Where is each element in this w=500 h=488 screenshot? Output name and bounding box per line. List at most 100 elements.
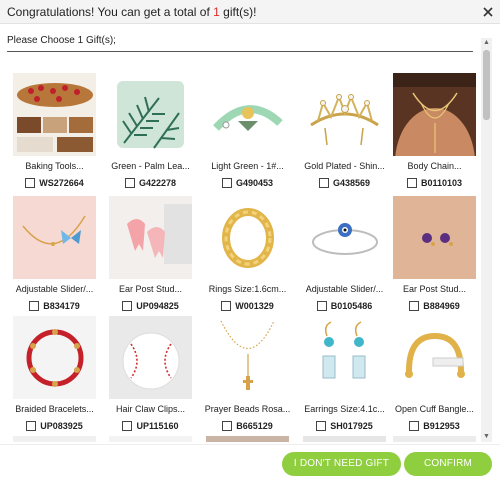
gift-checkbox[interactable]	[409, 420, 420, 431]
dialog-header: Congratulations! You can get a total of …	[0, 0, 500, 24]
drop-earrings-image	[303, 316, 386, 399]
gift-checkbox[interactable]	[124, 177, 135, 188]
gift-sku: UP083925	[40, 420, 83, 431]
gift-select-row: B665129	[206, 417, 289, 435]
scroll-down-arrow-icon[interactable]: ▼	[481, 432, 492, 442]
gift-item[interactable]: Adjustable Slider/... B834179	[13, 196, 96, 314]
gift-checkbox[interactable]	[122, 300, 133, 311]
close-icon	[483, 7, 493, 17]
gift-image[interactable]	[13, 73, 96, 156]
gift-image[interactable]	[393, 73, 476, 156]
gift-image[interactable]	[13, 316, 96, 399]
gift-item[interactable]: Baking Tools... WS272664	[13, 73, 96, 191]
gift-title: Earrings Size:4.1c...	[304, 404, 385, 414]
gift-checkbox[interactable]	[221, 177, 232, 188]
gift-select-row: UP083925	[13, 417, 96, 435]
gift-sku: B834179	[43, 300, 80, 311]
divider	[7, 51, 473, 52]
gift-checkbox[interactable]	[318, 177, 329, 188]
gift-sku: UP115160	[136, 420, 179, 431]
gift-item[interactable]: Braided Bracelets... UP083925	[13, 316, 96, 434]
scrollbar[interactable]: ▲ ▼	[481, 38, 492, 442]
gift-item[interactable]: Adjustable Slider/... B0105486	[303, 196, 386, 314]
gift-image[interactable]	[303, 73, 386, 156]
gift-title: Prayer Beads Rosa...	[204, 404, 291, 414]
gift-image[interactable]	[206, 196, 289, 279]
gift-checkbox[interactable]	[29, 300, 40, 311]
gift-item[interactable]: Prayer Beads Rosa... B665129	[205, 316, 290, 435]
gift-item[interactable]: Ear Post Stud... B884969	[393, 196, 476, 314]
gift-item-partial[interactable]	[206, 436, 289, 442]
gift-select-row: B884969	[393, 297, 476, 315]
gift-item[interactable]: Rings Size:1.6cm... W001329	[206, 196, 289, 314]
gift-item[interactable]: Earrings Size:4.1c... SH017925	[303, 316, 386, 434]
gift-checkbox[interactable]	[316, 300, 327, 311]
hamsa-bracelet-image	[303, 196, 386, 279]
gift-item[interactable]: Green - Palm Lea... G422278	[109, 73, 192, 191]
gift-checkbox[interactable]	[26, 420, 37, 431]
gift-title: Green - Palm Lea...	[111, 161, 190, 171]
gift-item[interactable]: Body Chain... B0110103	[393, 73, 476, 191]
gift-select-row: G422278	[109, 174, 192, 192]
gift-image[interactable]	[109, 316, 192, 399]
gift-select-row: B834179	[13, 297, 96, 315]
gift-checkbox[interactable]	[25, 177, 36, 188]
gift-item-partial[interactable]	[13, 436, 96, 442]
gift-item[interactable]: Open Cuff Bangle... B912953	[393, 316, 476, 434]
gift-title: Ear Post Stud...	[402, 284, 467, 294]
gold-ring-image	[206, 196, 289, 279]
gift-select-row: UP094825	[109, 297, 192, 315]
palm-leaf-pillow-image	[109, 73, 192, 156]
gift-checkbox[interactable]	[222, 420, 233, 431]
scroll-thumb[interactable]	[483, 50, 490, 120]
gift-checkbox[interactable]	[221, 300, 232, 311]
close-button[interactable]	[480, 4, 496, 20]
gift-image[interactable]	[303, 316, 386, 399]
confirm-button[interactable]: CONFIRM	[404, 452, 492, 476]
gift-image[interactable]	[109, 196, 192, 279]
gift-item-partial[interactable]	[393, 436, 476, 442]
gift-sku: B884969	[423, 300, 460, 311]
gift-sku: W001329	[235, 300, 274, 311]
gift-item[interactable]: Gold Plated - Shin... G438569	[303, 73, 386, 191]
gift-select-row: G438569	[303, 174, 386, 192]
gift-image[interactable]	[303, 196, 386, 279]
choose-gift-instruction: Please Choose 1 Gift(s);	[7, 35, 116, 46]
gift-select-row: B0105486	[303, 297, 386, 315]
gift-title: Light Green - 1#...	[211, 161, 284, 171]
gift-title: Hair Claw Clips...	[115, 404, 185, 414]
gift-title: Baking Tools...	[25, 161, 84, 171]
gift-image[interactable]	[206, 316, 289, 399]
header-prefix: Congratulations! You can get a total of	[7, 5, 214, 19]
cuff-bangle-image	[393, 316, 476, 399]
gift-sku: B665129	[236, 420, 273, 431]
gift-sku: UP094825	[136, 300, 179, 311]
gift-image[interactable]	[109, 73, 192, 156]
gift-item[interactable]: Light Green - 1#... G490453	[206, 73, 289, 191]
gift-item-partial[interactable]	[303, 436, 386, 442]
scroll-up-arrow-icon[interactable]: ▲	[481, 38, 492, 48]
tooth-earrings-image	[109, 196, 192, 279]
gift-image[interactable]	[393, 196, 476, 279]
header-suffix: gift(s)!	[219, 5, 257, 19]
gift-checkbox[interactable]	[122, 420, 133, 431]
gift-checkbox[interactable]	[406, 177, 417, 188]
no-gift-button[interactable]: I DON'T NEED GIFT	[282, 452, 401, 476]
gift-item[interactable]: Ear Post Stud... UP094825	[109, 196, 192, 314]
gift-title: Gold Plated - Shin...	[304, 161, 385, 171]
baseball-clip-image	[109, 316, 192, 399]
gift-item[interactable]: Hair Claw Clips... UP115160	[109, 316, 192, 434]
body-chain-image	[393, 73, 476, 156]
gift-title: Rings Size:1.6cm...	[208, 284, 287, 294]
gift-select-row: SH017925	[303, 417, 386, 435]
gift-title: Ear Post Stud...	[118, 284, 183, 294]
gift-item-partial[interactable]	[109, 436, 192, 442]
gift-image[interactable]	[13, 196, 96, 279]
gift-title: Body Chain...	[407, 161, 462, 171]
gift-image[interactable]	[206, 73, 289, 156]
gift-checkbox[interactable]	[409, 300, 420, 311]
pet-collar-image	[206, 73, 289, 156]
gift-select-row: WS272664	[13, 174, 96, 192]
gift-checkbox[interactable]	[316, 420, 327, 431]
gift-image[interactable]	[393, 316, 476, 399]
